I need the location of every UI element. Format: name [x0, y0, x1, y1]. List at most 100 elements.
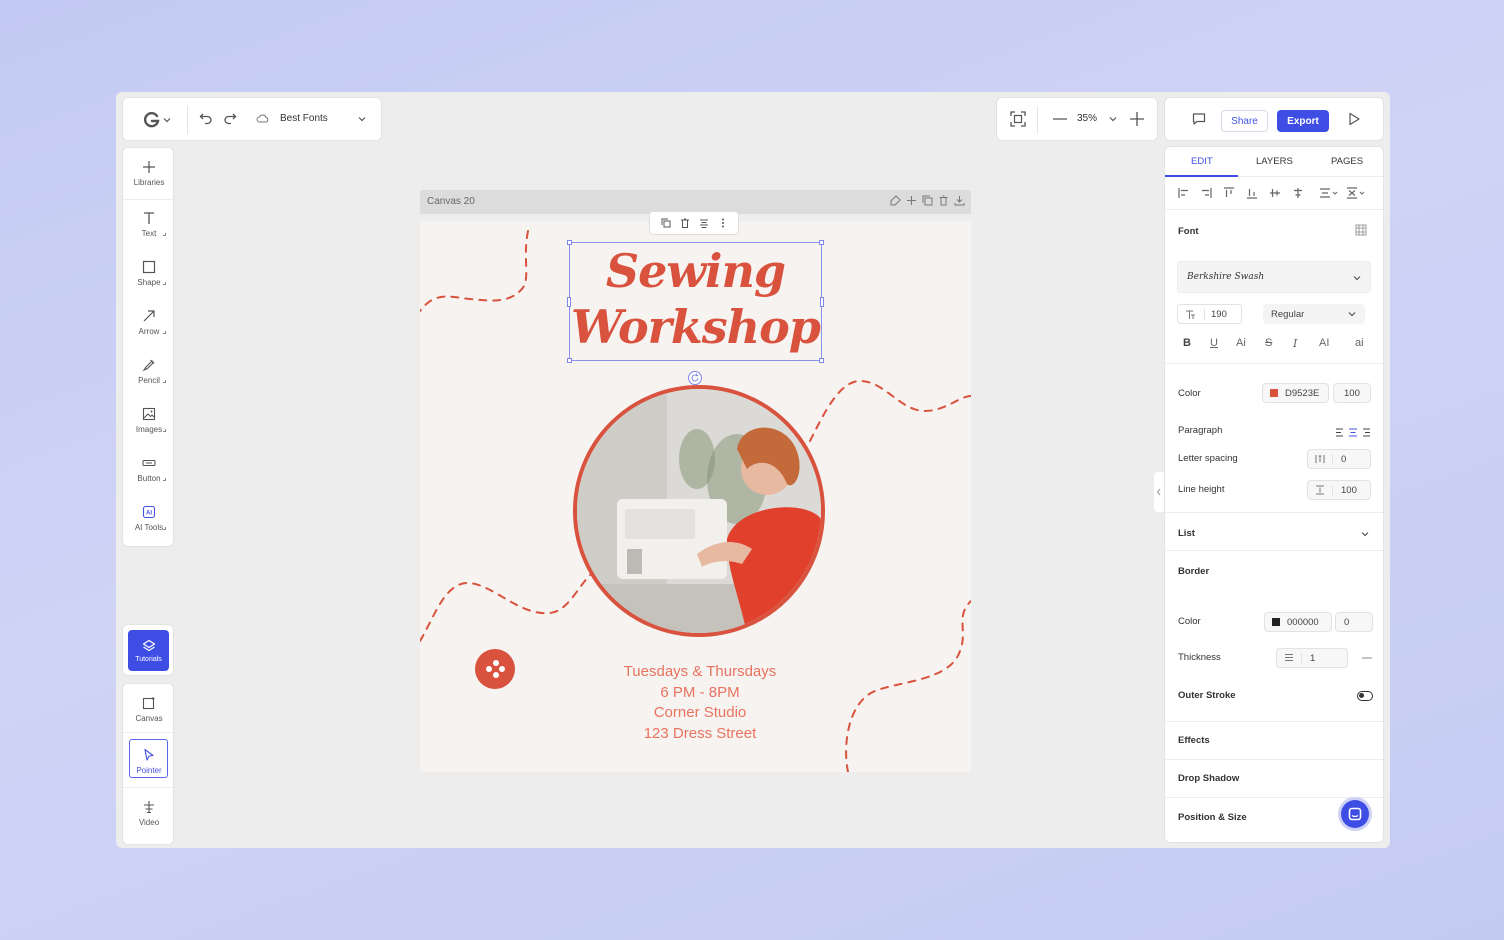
comment-button[interactable]: [1192, 112, 1206, 126]
tool-button[interactable]: Button: [123, 454, 175, 483]
strikethrough-button[interactable]: S: [1265, 337, 1272, 349]
font-weight-select[interactable]: Regular: [1263, 304, 1365, 324]
selected-title-text[interactable]: Sewing Workshop: [567, 240, 824, 363]
tab-pages[interactable]: PAGES: [1331, 156, 1363, 167]
event-location: Corner Studio: [653, 704, 747, 721]
stroke-style-icon[interactable]: [1362, 657, 1372, 659]
resize-handle[interactable]: [567, 358, 572, 363]
align-center-icon[interactable]: [699, 218, 709, 228]
text-color-input[interactable]: D9523E: [1262, 383, 1329, 403]
tutorials-panel: Tutorials: [122, 624, 174, 676]
distribute-dropdown-icon[interactable]: [1319, 187, 1339, 199]
fit-to-screen-button[interactable]: [1010, 111, 1026, 127]
tab-edit[interactable]: EDIT: [1191, 156, 1213, 167]
project-name[interactable]: Best Fonts: [280, 113, 328, 124]
resize-handle[interactable]: [820, 297, 824, 307]
divider: [123, 787, 175, 788]
list-section-label[interactable]: List: [1178, 528, 1195, 539]
duplicate-icon[interactable]: [661, 218, 671, 228]
chevron-down-icon[interactable]: [357, 114, 367, 124]
tool-canvas[interactable]: Canvas: [123, 694, 175, 723]
chevron-down-icon: [1348, 312, 1356, 317]
more-options-icon[interactable]: [718, 218, 728, 228]
canvas-name[interactable]: Canvas 20: [427, 196, 475, 207]
panel-collapse-toggle[interactable]: [1154, 472, 1164, 512]
align-right-icon[interactable]: [1200, 187, 1212, 199]
font-family-value: Berkshire Swash: [1187, 272, 1265, 282]
submenu-indicator: [163, 331, 166, 334]
workshop-photo[interactable]: [573, 385, 825, 637]
edit-icon[interactable]: [890, 195, 901, 206]
tool-text[interactable]: Text: [123, 209, 175, 238]
undo-button[interactable]: [199, 111, 213, 125]
tool-pointer[interactable]: Pointer: [123, 746, 175, 775]
download-icon[interactable]: [954, 195, 965, 206]
plus-icon[interactable]: [906, 195, 917, 206]
align-left-icon[interactable]: [1178, 187, 1190, 199]
chevron-left-icon: [1156, 488, 1161, 496]
app-logo-menu[interactable]: [137, 109, 177, 131]
resize-handle[interactable]: [567, 240, 572, 245]
tool-ai-tools[interactable]: AI AI Tools: [123, 503, 175, 532]
paragraph-align-buttons[interactable]: [1335, 428, 1371, 437]
rotate-handle[interactable]: [687, 370, 703, 386]
font-family-select[interactable]: Berkshire Swash: [1177, 261, 1371, 293]
lowercase-button[interactable]: ai: [1355, 337, 1364, 349]
italic-button[interactable]: I: [1293, 337, 1297, 350]
color-swatch[interactable]: [1270, 389, 1278, 397]
tab-layers[interactable]: LAYERS: [1256, 156, 1293, 167]
chevron-down-icon[interactable]: [1360, 529, 1370, 539]
duplicate-icon[interactable]: [922, 195, 933, 206]
resize-handle[interactable]: [819, 240, 824, 245]
share-button[interactable]: Share: [1221, 110, 1268, 132]
tool-libraries[interactable]: Libraries: [123, 158, 175, 187]
position-size-label[interactable]: Position & Size: [1178, 812, 1247, 823]
border-opacity-input[interactable]: 0: [1335, 612, 1373, 632]
plus-icon: [1130, 112, 1144, 126]
align-horizontal-center-icon[interactable]: [1292, 187, 1304, 199]
zoom-out-button[interactable]: [1052, 111, 1068, 127]
drop-shadow-label[interactable]: Drop Shadow: [1178, 773, 1239, 784]
spacing-dropdown-icon[interactable]: [1346, 187, 1366, 199]
color-swatch[interactable]: [1272, 618, 1280, 626]
uppercase-button[interactable]: AI: [1319, 337, 1329, 349]
effects-section-label[interactable]: Effects: [1178, 735, 1210, 746]
resize-handle[interactable]: [567, 297, 571, 307]
outer-stroke-label: Outer Stroke: [1178, 690, 1236, 701]
preview-play-button[interactable]: [1347, 112, 1361, 126]
border-color-input[interactable]: 000000: [1264, 612, 1332, 632]
trash-icon[interactable]: [938, 195, 949, 206]
resize-handle[interactable]: [819, 358, 824, 363]
capitalize-button[interactable]: Ai: [1236, 337, 1246, 349]
thickness-input[interactable]: 1: [1276, 648, 1348, 668]
texture-grid-icon[interactable]: [1355, 224, 1367, 236]
align-bottom-icon[interactable]: [1246, 187, 1258, 199]
arrow-icon: [143, 310, 155, 322]
redo-button[interactable]: [223, 111, 237, 125]
tool-pencil[interactable]: Pencil: [123, 356, 175, 385]
align-vertical-center-icon[interactable]: [1269, 187, 1281, 199]
zoom-in-button[interactable]: [1129, 111, 1145, 127]
bold-button[interactable]: B: [1183, 337, 1191, 349]
zoom-dropdown-button[interactable]: [1108, 114, 1118, 124]
event-details[interactable]: Tuesdays & Thursdays 6 PM - 8PM Corner S…: [570, 662, 830, 744]
letter-spacing-value: 0: [1332, 453, 1346, 465]
thickness-label: Thickness: [1178, 652, 1221, 663]
zoom-level[interactable]: 35%: [1077, 113, 1097, 124]
underline-button[interactable]: U: [1210, 337, 1218, 349]
color-opacity-input[interactable]: 100: [1333, 383, 1371, 403]
tool-images[interactable]: Images: [123, 405, 175, 434]
canvas-icon: [142, 697, 155, 710]
outer-stroke-toggle[interactable]: [1357, 691, 1373, 701]
chat-support-button[interactable]: [1341, 800, 1369, 828]
font-size-input[interactable]: 190: [1177, 304, 1242, 324]
align-top-icon[interactable]: [1223, 187, 1235, 199]
tool-arrow[interactable]: Arrow: [123, 307, 175, 336]
tool-shape[interactable]: Shape: [123, 258, 175, 287]
export-button[interactable]: Export: [1277, 110, 1329, 132]
line-height-input[interactable]: 100: [1307, 480, 1371, 500]
trash-icon[interactable]: [680, 218, 690, 228]
letter-spacing-input[interactable]: 0: [1307, 449, 1371, 469]
tutorials-button[interactable]: Tutorials: [128, 630, 169, 671]
tool-video[interactable]: Video: [123, 798, 175, 827]
